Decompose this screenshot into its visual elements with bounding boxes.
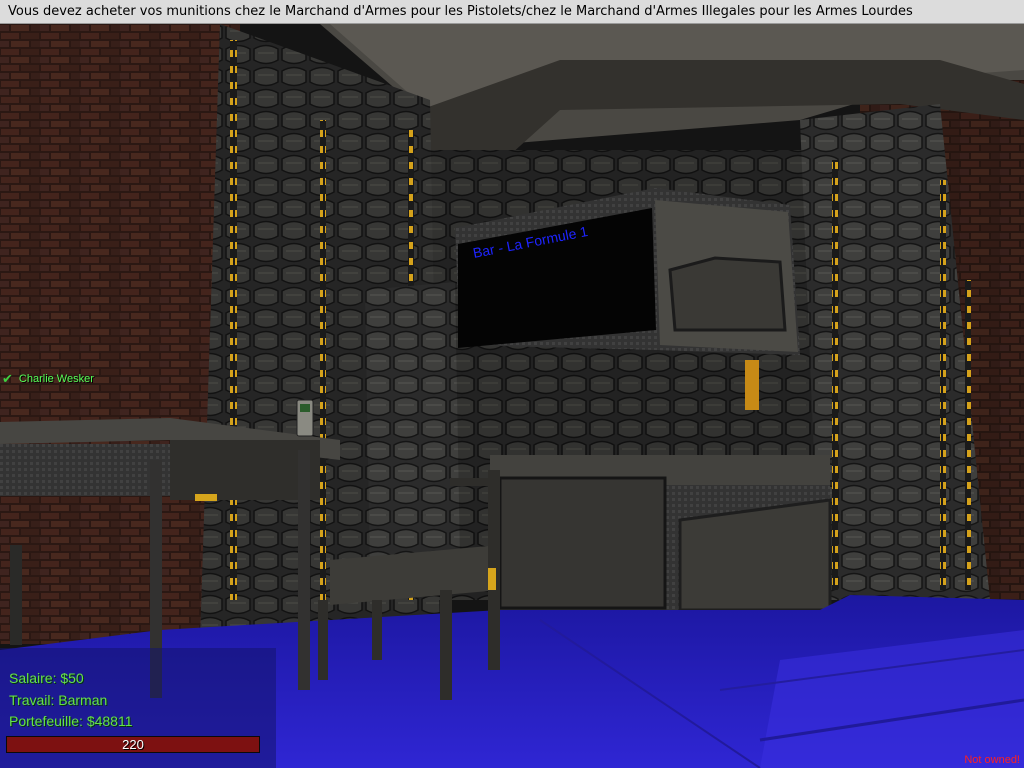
notice-bar: Vous devez acheter vos munitions chez le… bbox=[0, 0, 1024, 24]
salary-label: Salaire: $50 bbox=[9, 670, 84, 686]
player-name: Charlie Wesker bbox=[18, 373, 94, 385]
door-ownership-status: Not owned! bbox=[964, 754, 1020, 766]
health-bar: 220 bbox=[6, 736, 260, 753]
job-label: Travail: Barman bbox=[9, 692, 108, 708]
ammo-notice-text: Vous devez acheter vos munitions chez le… bbox=[8, 4, 913, 19]
chair bbox=[365, 282, 460, 570]
health-value: 220 bbox=[122, 737, 144, 752]
checkmark-icon: ✔ bbox=[2, 371, 13, 387]
wallet-label: Portefeuille: $48811 bbox=[9, 713, 133, 729]
player-name-tag: ✔ Charlie Wesker bbox=[2, 371, 94, 387]
